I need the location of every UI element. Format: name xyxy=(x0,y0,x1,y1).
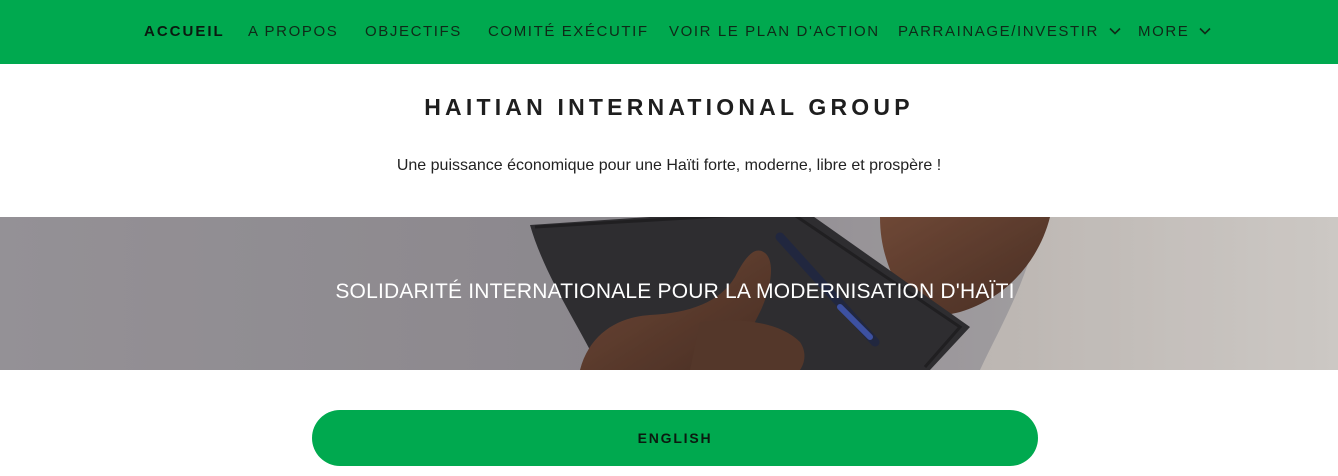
chevron-down-icon xyxy=(1199,27,1211,35)
nav-item-parrainage-investir[interactable]: PARRAINAGE/INVESTIR xyxy=(898,0,1121,64)
nav-item-label: MORE xyxy=(1138,23,1190,40)
site-title: HAITIAN INTERNATIONAL GROUP xyxy=(424,94,914,120)
hero-banner: SOLIDARITÉ INTERNATIONALE POUR LA MODERN… xyxy=(0,217,1338,370)
nav-item-accueil[interactable]: ACCUEIL xyxy=(144,0,225,64)
nav-item-a-propos[interactable]: A PROPOS xyxy=(248,0,338,64)
english-language-button[interactable]: ENGLISH xyxy=(312,410,1038,466)
nav-item-label: PARRAINAGE/INVESTIR xyxy=(898,23,1099,40)
top-navigation: ACCUEIL A PROPOS OBJECTIFS COMITÉ EXÉCUT… xyxy=(0,0,1338,64)
nav-item-plan-action[interactable]: VOIR LE PLAN D'ACTION xyxy=(669,0,880,64)
nav-item-objectifs[interactable]: OBJECTIFS xyxy=(365,0,462,64)
site-tagline: Une puissance économique pour une Haïti … xyxy=(396,157,942,174)
nav-item-more[interactable]: MORE xyxy=(1138,0,1211,64)
nav-item-comite-executif[interactable]: COMITÉ EXÉCUTIF xyxy=(488,0,649,64)
hero-heading: SOLIDARITÉ INTERNATIONALE POUR LA MODERN… xyxy=(335,280,1015,303)
chevron-down-icon xyxy=(1109,27,1121,35)
